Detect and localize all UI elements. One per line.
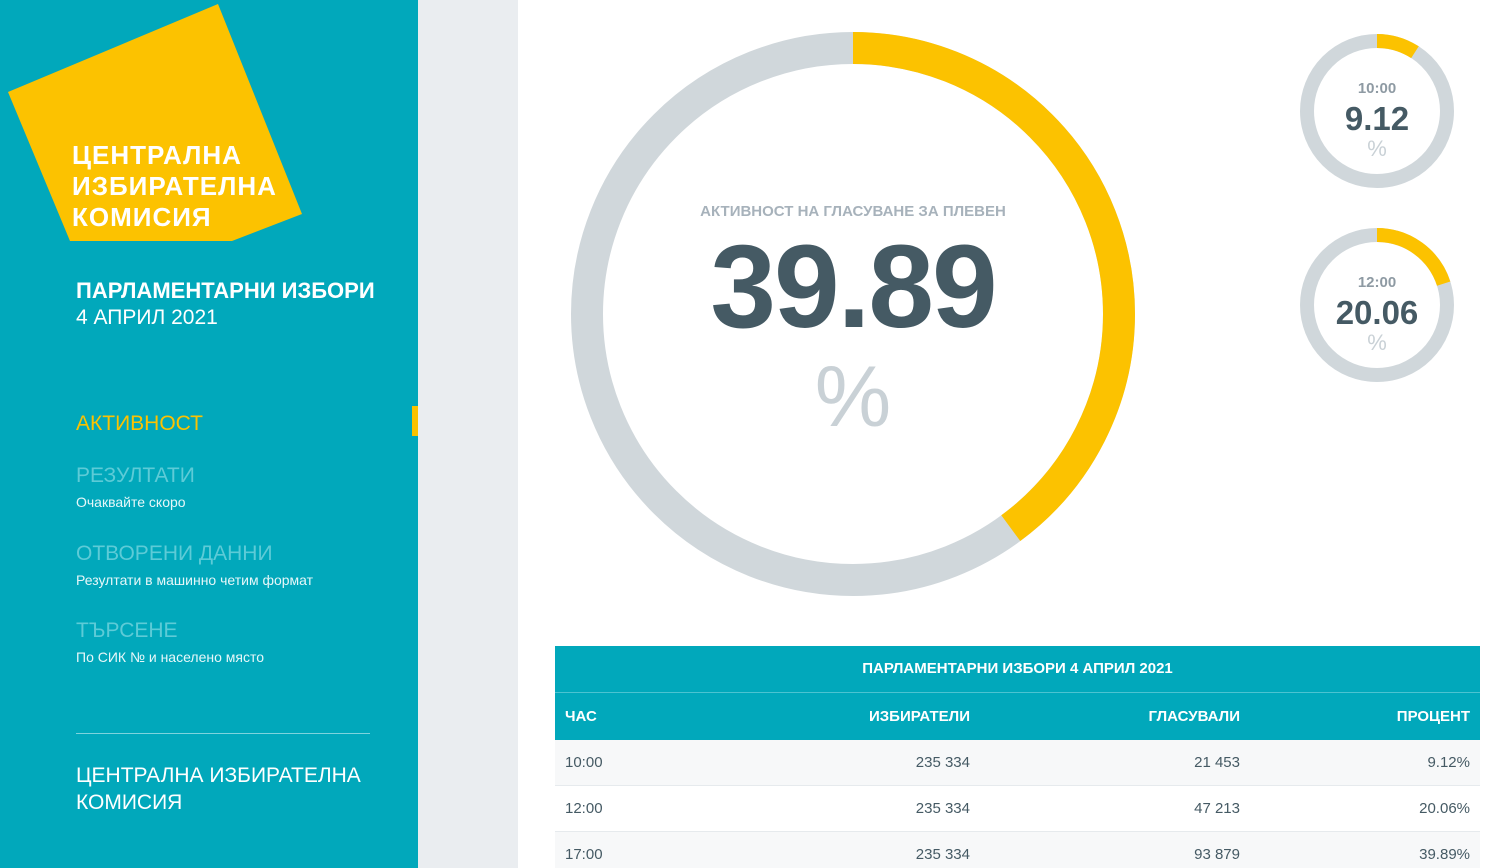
header-percent: ПРОЦЕНТ — [1396, 708, 1470, 725]
logo-line-1: ЦЕНТРАЛНА — [72, 140, 242, 170]
election-title: ПАРЛАМЕНТАРНИ ИЗБОРИ — [76, 278, 375, 303]
small-gauge-unit: % — [1367, 136, 1387, 161]
cell-voted: 21 453 — [1194, 754, 1240, 771]
nav-item-subtitle: По СИК № и населено място — [76, 649, 265, 665]
sidebar-divider — [76, 733, 370, 734]
nav-item-open-data[interactable]: ОТВОРЕНИ ДАННИ Резултати в машинно четим… — [76, 542, 313, 588]
cell-voters: 235 334 — [915, 846, 970, 863]
nav-item-label: РЕЗУЛТАТИ — [76, 464, 195, 487]
header-hour: ЧАС — [565, 708, 597, 725]
main-turnout-gauge: АКТИВНОСТ НА ГЛАСУВАНЕ ЗА ПЛЕВЕН 39.89 % — [570, 31, 1136, 597]
table-header: ЧАС ИЗБИРАТЕЛИ ГЛАСУВАЛИ ПРОЦЕНТ — [555, 693, 1480, 740]
logo-line-3: КОМИСИЯ — [72, 202, 212, 232]
gauge-10-00: 10:00 9.12 % — [1298, 32, 1456, 190]
cell-voted: 93 879 — [1194, 846, 1240, 863]
footer-link[interactable]: ЦЕНТРАЛНА ИЗБИРАТЕЛНА КОМИСИЯ — [76, 762, 376, 816]
content-gutter — [418, 0, 518, 868]
main-gauge-value: 39.89 — [710, 221, 997, 353]
nav-item-label: ТЪРСЕНЕ — [76, 619, 178, 642]
sidebar: ЦЕНТРАЛНА ИЗБИРАТЕЛНА КОМИСИЯ ПАРЛАМЕНТА… — [0, 0, 418, 868]
cell-hour: 12:00 — [565, 800, 603, 817]
nav-item-label: АКТИВНОСТ — [76, 412, 203, 435]
small-gauge-value: 20.06 — [1335, 294, 1419, 331]
cell-percent: 20.06% — [1419, 800, 1470, 817]
main-gauge-label: АКТИВНОСТ НА ГЛАСУВАНЕ ЗА ПЛЕВЕН — [700, 203, 1006, 220]
main-gauge-unit: % — [814, 349, 892, 445]
nav-item-label: ОТВОРЕНИ ДАННИ — [76, 542, 273, 565]
logo-text: ЦЕНТРАЛНА ИЗБИРАТЕЛНА КОМИСИЯ — [72, 140, 277, 233]
header-voted: ГЛАСУВАЛИ — [1148, 708, 1241, 725]
cell-voted: 47 213 — [1194, 800, 1240, 817]
nav-item-subtitle: Резултати в машинно четим формат — [76, 572, 314, 588]
small-gauge-unit: % — [1367, 330, 1387, 355]
cell-hour: 10:00 — [565, 754, 603, 771]
small-gauge-value: 9.12 — [1344, 100, 1410, 137]
cell-voters: 235 334 — [915, 754, 970, 771]
cell-percent: 39.89% — [1419, 846, 1470, 863]
nav-item-search[interactable]: ТЪРСЕНЕ По СИК № и населено място — [76, 619, 264, 665]
nav-item-subtitle: Очаквайте скоро — [76, 494, 186, 510]
small-gauge-time: 12:00 — [1357, 274, 1397, 291]
table-row: 12:00 235 334 47 213 20.06% — [555, 786, 1480, 832]
nav-item-results[interactable]: РЕЗУЛТАТИ Очаквайте скоро — [76, 464, 195, 510]
nav-item-activity[interactable]: АКТИВНОСТ — [76, 412, 203, 436]
small-gauge-time: 10:00 — [1357, 80, 1397, 97]
table-title: ПАРЛАМЕНТАРНИ ИЗБОРИ 4 АПРИЛ 2021 — [555, 646, 1480, 692]
logo-line-2: ИЗБИРАТЕЛНА — [72, 171, 277, 201]
gauge-12-00: 12:00 20.06 % — [1298, 226, 1456, 384]
cik-logo[interactable]: ЦЕНТРАЛНА ИЗБИРАТЕЛНА КОМИСИЯ — [0, 0, 418, 250]
election-date: 4 АПРИЛ 2021 — [76, 306, 218, 329]
cell-hour: 17:00 — [565, 846, 603, 863]
cell-percent: 9.12% — [1427, 754, 1470, 771]
table-row: 17:00 235 334 93 879 39.89% — [555, 832, 1480, 868]
cell-voters: 235 334 — [915, 800, 970, 817]
header-voters: ИЗБИРАТЕЛИ — [869, 708, 970, 725]
turnout-table: ПАРЛАМЕНТАРНИ ИЗБОРИ 4 АПРИЛ 2021 ЧАС ИЗ… — [555, 646, 1480, 868]
table-row: 10:00 235 334 21 453 9.12% — [555, 740, 1480, 786]
